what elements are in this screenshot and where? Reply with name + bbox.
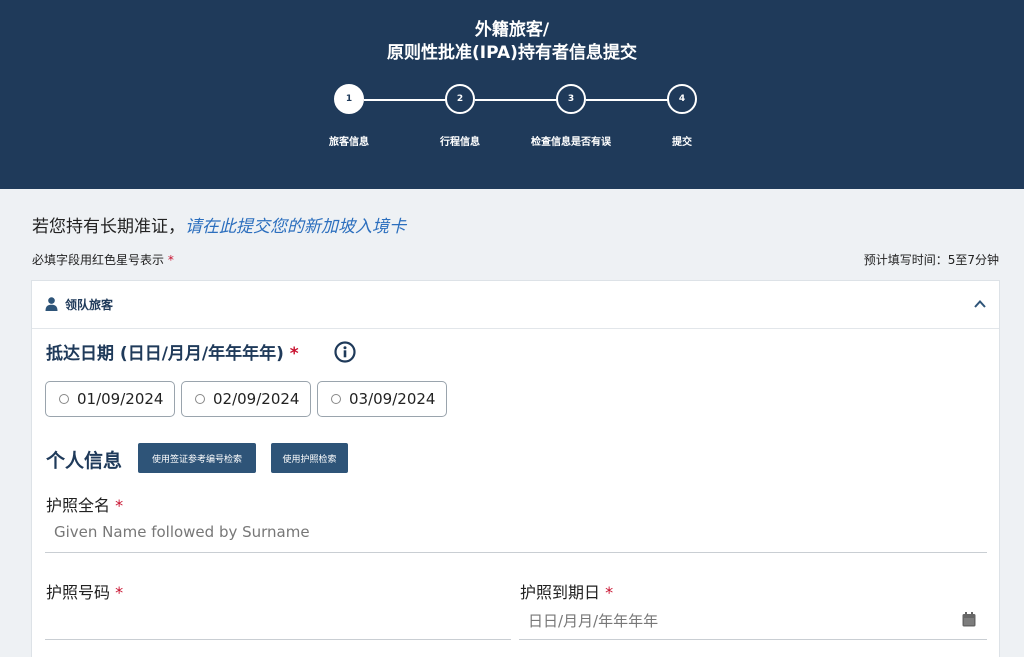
page-title-line2: 原则性批准(IPA)持有者信息提交 (387, 43, 637, 63)
visa-ref-search-button[interactable]: 使用签证参考编号检索 (138, 443, 256, 473)
info-icon[interactable] (334, 341, 356, 363)
passport-expiry-placeholder: 日日/月月/年年年年 (528, 612, 659, 630)
step-4-circle[interactable]: 4 (667, 84, 697, 114)
long-term-text: 若您持有长期准证， (32, 217, 185, 237)
radio-button[interactable] (331, 394, 341, 404)
header-banner: 外籍旅客/ 原则性批准(IPA)持有者信息提交 1 2 3 4 旅客信息 行程信… (0, 0, 1024, 189)
calendar-icon[interactable] (962, 612, 976, 627)
radio-button[interactable] (195, 394, 205, 404)
arrival-date-title: 抵达日期 (日日/月月/年年年年) * (46, 339, 299, 364)
step-connector (364, 99, 446, 101)
arrival-date-value: 02/09/2024 (213, 390, 300, 408)
arrival-date-option[interactable]: 02/09/2024 (181, 381, 311, 417)
passport-search-button[interactable]: 使用护照检索 (271, 443, 348, 473)
step-3-label: 检查信息是否有误 (531, 137, 611, 148)
arrival-date-value: 01/09/2024 (77, 390, 164, 408)
step-4-label: 提交 (672, 137, 692, 148)
full-name-input[interactable]: Given Name followed by Surname (45, 513, 987, 553)
passport-number-input[interactable] (45, 600, 511, 640)
step-3-circle[interactable]: 3 (556, 84, 586, 114)
lead-traveller-card: 领队旅客 抵达日期 (日日/月月/年年年年) * 01/09/2024 02/0… (31, 280, 1000, 657)
lead-traveller-title: 领队旅客 (65, 298, 114, 312)
required-star: * (289, 344, 299, 364)
user-icon (45, 297, 58, 311)
required-note-text: 必填字段用红色星号表示 (32, 253, 165, 267)
required-star: * (167, 253, 174, 267)
arrival-date-label: 抵达日期 (日日/月月/年年年年) (46, 344, 284, 364)
step-connector (475, 99, 557, 101)
step-connector (586, 99, 668, 101)
arrival-date-option[interactable]: 03/09/2024 (317, 381, 447, 417)
long-term-pass-note: 若您持有长期准证，请在此提交您的新加坡入境卡 (32, 212, 406, 237)
required-field-note: 必填字段用红色星号表示 * (32, 251, 174, 268)
step-1-label: 旅客信息 (329, 137, 369, 148)
progress-stepper: 1 2 3 4 旅客信息 行程信息 检查信息是否有误 提交 (0, 84, 1024, 154)
estimated-time-note: 预计填写时间：5至7分钟 (863, 253, 999, 267)
arrival-date-value: 03/09/2024 (349, 390, 436, 408)
personal-info-title: 个人信息 (46, 450, 123, 472)
arrival-date-option[interactable]: 01/09/2024 (45, 381, 175, 417)
passport-expiry-input[interactable]: 日日/月月/年年年年 (519, 600, 987, 640)
step-2-label: 行程信息 (440, 137, 480, 148)
radio-button[interactable] (59, 394, 69, 404)
chevron-up-icon[interactable] (973, 297, 987, 311)
step-2-circle[interactable]: 2 (445, 84, 475, 114)
arrival-card-link[interactable]: 请在此提交您的新加坡入境卡 (185, 217, 406, 237)
lead-traveller-header[interactable]: 领队旅客 (32, 281, 999, 329)
page-title-line1: 外籍旅客/ (474, 20, 550, 40)
step-1-circle[interactable]: 1 (334, 84, 364, 114)
